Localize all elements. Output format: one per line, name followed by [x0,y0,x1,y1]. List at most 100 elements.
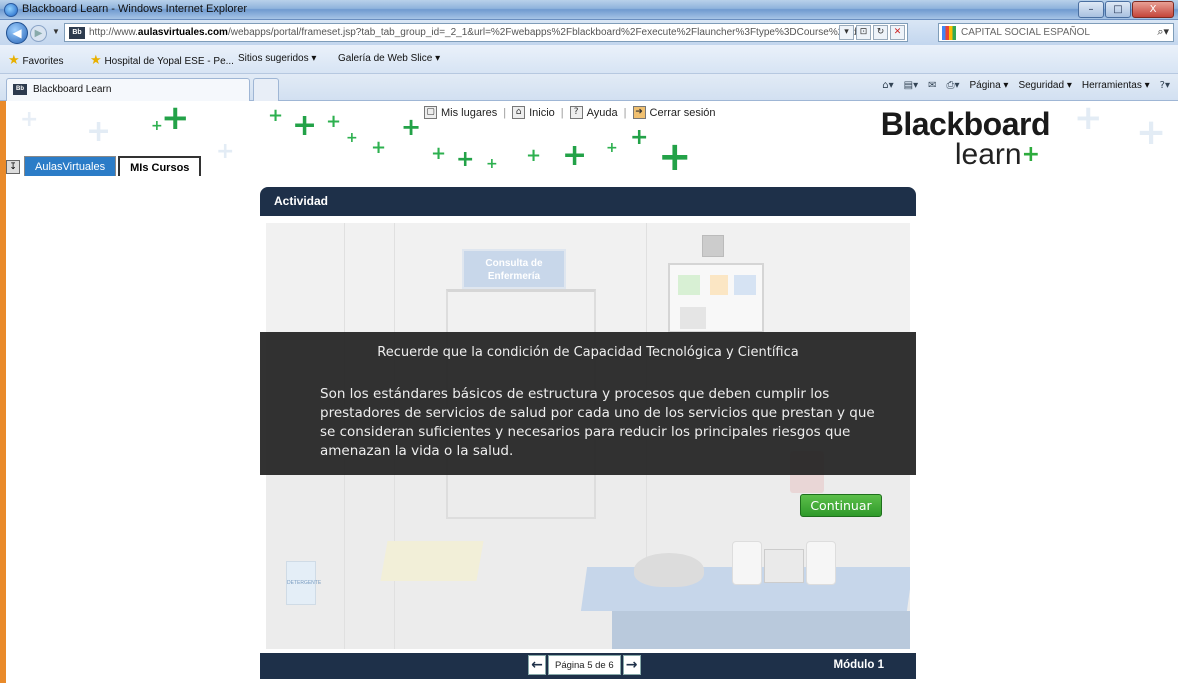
back-button[interactable]: ◀ [6,22,28,44]
info-overlay: Recuerde que la condición de Capacidad T… [260,332,916,475]
speaker-icon [732,541,762,585]
clock-icon [702,235,724,257]
decor-plus-icon: + [658,134,692,176]
decor-plus-icon: + [562,138,588,173]
decor-plus-icon: + [1074,101,1103,138]
tab-aulas-virtuales[interactable]: AulasVirtuales [24,156,117,176]
favorites-button[interactable]: ★ Favorites [8,53,64,68]
decor-plus-icon: + [20,107,39,132]
fav-item-hospital[interactable]: ★ Hospital de Yopal ESE - Pe... [90,53,234,68]
stereo-icon [764,549,804,583]
security-menu[interactable]: Seguridad ▾ [1018,80,1071,91]
fav-item-suggested[interactable]: Sitios sugeridos ▾ [238,53,316,64]
print-icon[interactable]: ⎙▾ [946,80,959,91]
search-provider-icon [942,26,956,40]
home-link[interactable]: ⌂ Inicio [512,106,555,119]
decor-plus-icon: + [86,114,112,149]
window-controls: – □ X [1078,1,1174,18]
speaker-icon [806,541,836,585]
activity-panel: Actividad Consulta de Enfermería DETERGE… [260,187,916,679]
url-text[interactable]: http://www.aulasvirtuales.com/webapps/po… [89,27,859,38]
tab-favicon: Bb [13,84,27,95]
logout-link[interactable]: ➜ Cerrar sesión [632,106,716,119]
decor-plus-icon: + [630,125,649,150]
address-toolbar: ◀ ▶ ▼ Bb http://www.aulasvirtuales.com/w… [0,20,1178,45]
next-page-button[interactable]: → [622,655,641,675]
dropdown-icon[interactable]: ▾ [839,25,854,40]
window-title: Blackboard Learn - Windows Internet Expl… [22,3,247,15]
minimize-button[interactable]: – [1078,1,1104,18]
window-titlebar: Blackboard Learn - Windows Internet Expl… [0,0,1178,20]
places-icon: ▢ [424,106,437,119]
page-content: + + + + + + + + + + + + + + + + + + + + … [6,101,1178,683]
ie-icon [4,3,18,17]
page-menu[interactable]: Página ▾ [970,80,1009,91]
top-links: ▢ Mis lugares | ⌂ Inicio | ? Ayuda | ➜ Cerra… [424,106,716,119]
scale-illustration [380,541,484,581]
logo-plus-icon: + [1021,142,1040,167]
decor-plus-icon: + [161,101,190,138]
mail-icon[interactable]: ✉ [928,80,936,91]
decor-plus-icon: + [292,108,318,143]
refresh-icon[interactable]: ↻ [873,25,888,40]
decor-plus-icon: + [606,140,618,156]
address-tools: ▾ ⊡ ↻ ✕ [839,25,905,40]
home-icon: ⌂ [512,106,526,119]
decor-plus-icon: + [431,143,447,164]
search-icon[interactable]: ⌕▾ [1157,25,1169,39]
detergent-illustration: DETERGENTE [286,561,321,605]
star-icon: ★ [8,53,20,68]
overlay-title: Recuerde que la condición de Capacidad T… [377,345,799,360]
helmet-illustration [634,553,704,587]
blackboard-logo: Blackboard learn+ [880,106,1051,171]
my-places-link[interactable]: ▢ Mis lugares [424,106,497,119]
fav-item-webslice[interactable]: Galería de Web Slice ▾ [338,53,440,64]
nursing-sign: Consulta de Enfermería [462,249,566,289]
decor-plus-icon: + [268,105,284,126]
decor-plus-icon: + [486,156,498,172]
page-indicator: Página 5 de 6 [548,655,621,675]
activity-header: Actividad [260,187,916,216]
help-icon[interactable]: ?▾ [1160,80,1170,91]
search-input[interactable]: CAPITAL SOCIAL ESPAÑOL [961,27,1090,38]
prev-page-button[interactable]: ← [528,655,546,675]
maximize-button[interactable]: □ [1105,1,1131,18]
decor-plus-icon: + [401,113,422,141]
add-favorite-icon: ★ [90,53,102,68]
tab-mis-cursos[interactable]: MIs Cursos [118,156,202,176]
feeds-icon[interactable]: ▤▾ [904,80,918,91]
continue-button[interactable]: Continuar [800,494,882,517]
address-bar[interactable]: Bb http://www.aulasvirtuales.com/webapps… [64,23,908,42]
decor-plus-icon: + [456,147,475,172]
collapse-icon[interactable]: ↧ [6,160,20,174]
decor-plus-icon: + [326,111,342,132]
decor-plus-icon: + [526,145,542,166]
tab-blackboard[interactable]: Bb Blackboard Learn [6,78,250,101]
tools-menu[interactable]: Herramientas ▾ [1082,80,1150,91]
pager: ← Página 5 de 6 → [528,655,641,675]
blackboard-header: + + + + + + + + + + + + + + + + + + + + … [6,101,1178,176]
tab-label: Blackboard Learn [33,84,112,95]
compat-view-icon[interactable]: ⊡ [856,25,871,40]
activity-footer: ← Página 5 de 6 → Módulo 1 [260,653,916,679]
decor-plus-icon: + [151,118,163,134]
close-button[interactable]: X [1132,1,1174,18]
module-label: Módulo 1 [833,659,884,671]
decor-plus-icon: + [216,139,235,164]
command-bar: ⌂▾ ▤▾ ✉ ⎙▾ Página ▾ Seguridad ▾ Herramie… [882,80,1170,91]
new-tab-button[interactable] [253,78,279,101]
course-tabs: ↧ AulasVirtuales MIs Cursos [6,156,203,176]
decor-plus-icon: + [346,130,358,146]
favorites-bar: ★ Favorites ★ Hospital de Yopal ESE - Pe… [0,45,1178,74]
decor-plus-icon: + [1136,112,1167,153]
help-link[interactable]: ? Ayuda [569,106,618,119]
recent-pages-dropdown[interactable]: ▼ [52,27,60,36]
forward-button[interactable]: ▶ [30,25,47,42]
shelf-illustration [668,263,764,333]
logout-icon: ➜ [632,106,646,119]
home-icon[interactable]: ⌂▾ [882,80,893,91]
tab-bar: Bb Blackboard Learn ⌂▾ ▤▾ ✉ ⎙▾ Página ▾ … [0,74,1178,101]
decor-plus-icon: + [371,137,387,158]
search-box[interactable]: CAPITAL SOCIAL ESPAÑOL ⌕▾ [938,23,1174,42]
stop-icon[interactable]: ✕ [890,25,905,40]
